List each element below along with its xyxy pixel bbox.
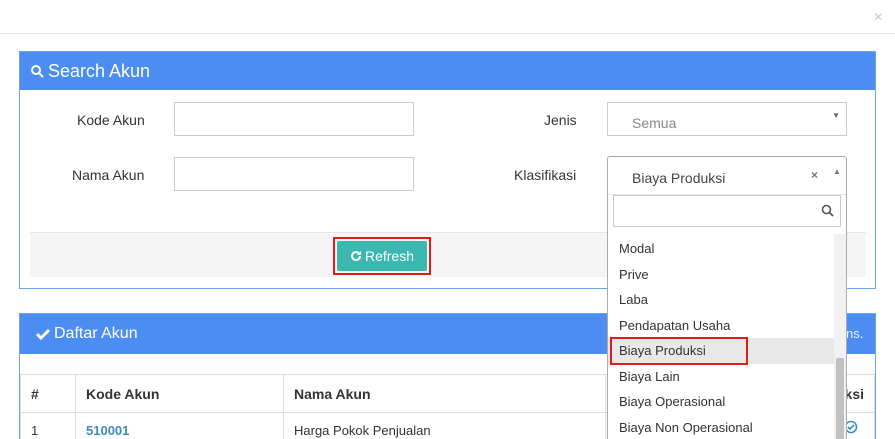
nama-akun-label: Nama Akun — [72, 167, 145, 183]
refresh-button-label: Refresh — [364, 248, 415, 264]
clear-selection-icon[interactable]: × — [811, 168, 818, 182]
refresh-icon — [351, 251, 361, 262]
daftar-panel-title: Daftar Akun — [54, 325, 138, 342]
chevron-up-icon[interactable]: ▲ — [833, 167, 841, 176]
col-header-kode: Kode Akun — [75, 374, 284, 413]
option-biaya-lain[interactable]: Biaya Lain — [608, 364, 834, 390]
kode-akun-label: Kode Akun — [77, 112, 145, 128]
option-prive[interactable]: Prive — [608, 262, 834, 288]
jenis-select[interactable]: Semua ▼ — [607, 102, 847, 136]
klasifikasi-label: Klasifikasi — [514, 167, 577, 183]
refresh-button-highlight: Refresh — [333, 237, 431, 275]
row-kode-link[interactable]: 510001 — [75, 412, 284, 439]
chevron-down-icon: ▼ — [832, 111, 840, 120]
option-biaya-non-operasional[interactable]: Biaya Non Operasional — [608, 415, 834, 439]
option-biaya-operasional[interactable]: Biaya Operasional — [608, 389, 834, 415]
kode-akun-input[interactable] — [174, 102, 414, 136]
dropdown-scrollbar[interactable] — [834, 234, 846, 439]
jenis-select-value: Semua — [632, 115, 677, 131]
dropdown-scrollbar-thumb[interactable] — [836, 358, 844, 439]
option-laba[interactable]: Laba — [608, 287, 834, 313]
option-pendapatan-usaha[interactable]: Pendapatan Usaha — [608, 313, 834, 339]
modal-close-icon[interactable]: × — [874, 10, 883, 26]
klasifikasi-dropdown[interactable]: Biaya Produksi × ▲ Modal Prive Laba Pend… — [607, 156, 847, 439]
check-icon — [36, 328, 50, 340]
search-icon — [821, 204, 834, 217]
modal-header-divider — [0, 33, 895, 34]
search-panel-header: Search Akun — [20, 52, 875, 90]
daftar-header-extra: ns. — [846, 326, 864, 341]
klasifikasi-selected-value: Biaya Produksi — [632, 170, 726, 186]
jenis-label: Jenis — [544, 112, 577, 128]
col-header-nama: Nama Akun — [283, 374, 606, 413]
klasifikasi-select[interactable]: Biaya Produksi × ▲ — [608, 157, 846, 195]
row-no: 1 — [20, 412, 76, 439]
search-panel-title: Search Akun — [48, 60, 151, 81]
row-nama: Harga Pokok Penjualan — [283, 412, 606, 439]
option-highlight-box — [610, 337, 748, 365]
option-modal[interactable]: Modal — [608, 236, 834, 262]
search-icon — [31, 65, 44, 78]
nama-akun-input[interactable] — [174, 157, 414, 191]
dropdown-search-input[interactable] — [613, 195, 841, 227]
refresh-button[interactable]: Refresh — [337, 241, 427, 271]
col-header-no: # — [20, 374, 76, 413]
